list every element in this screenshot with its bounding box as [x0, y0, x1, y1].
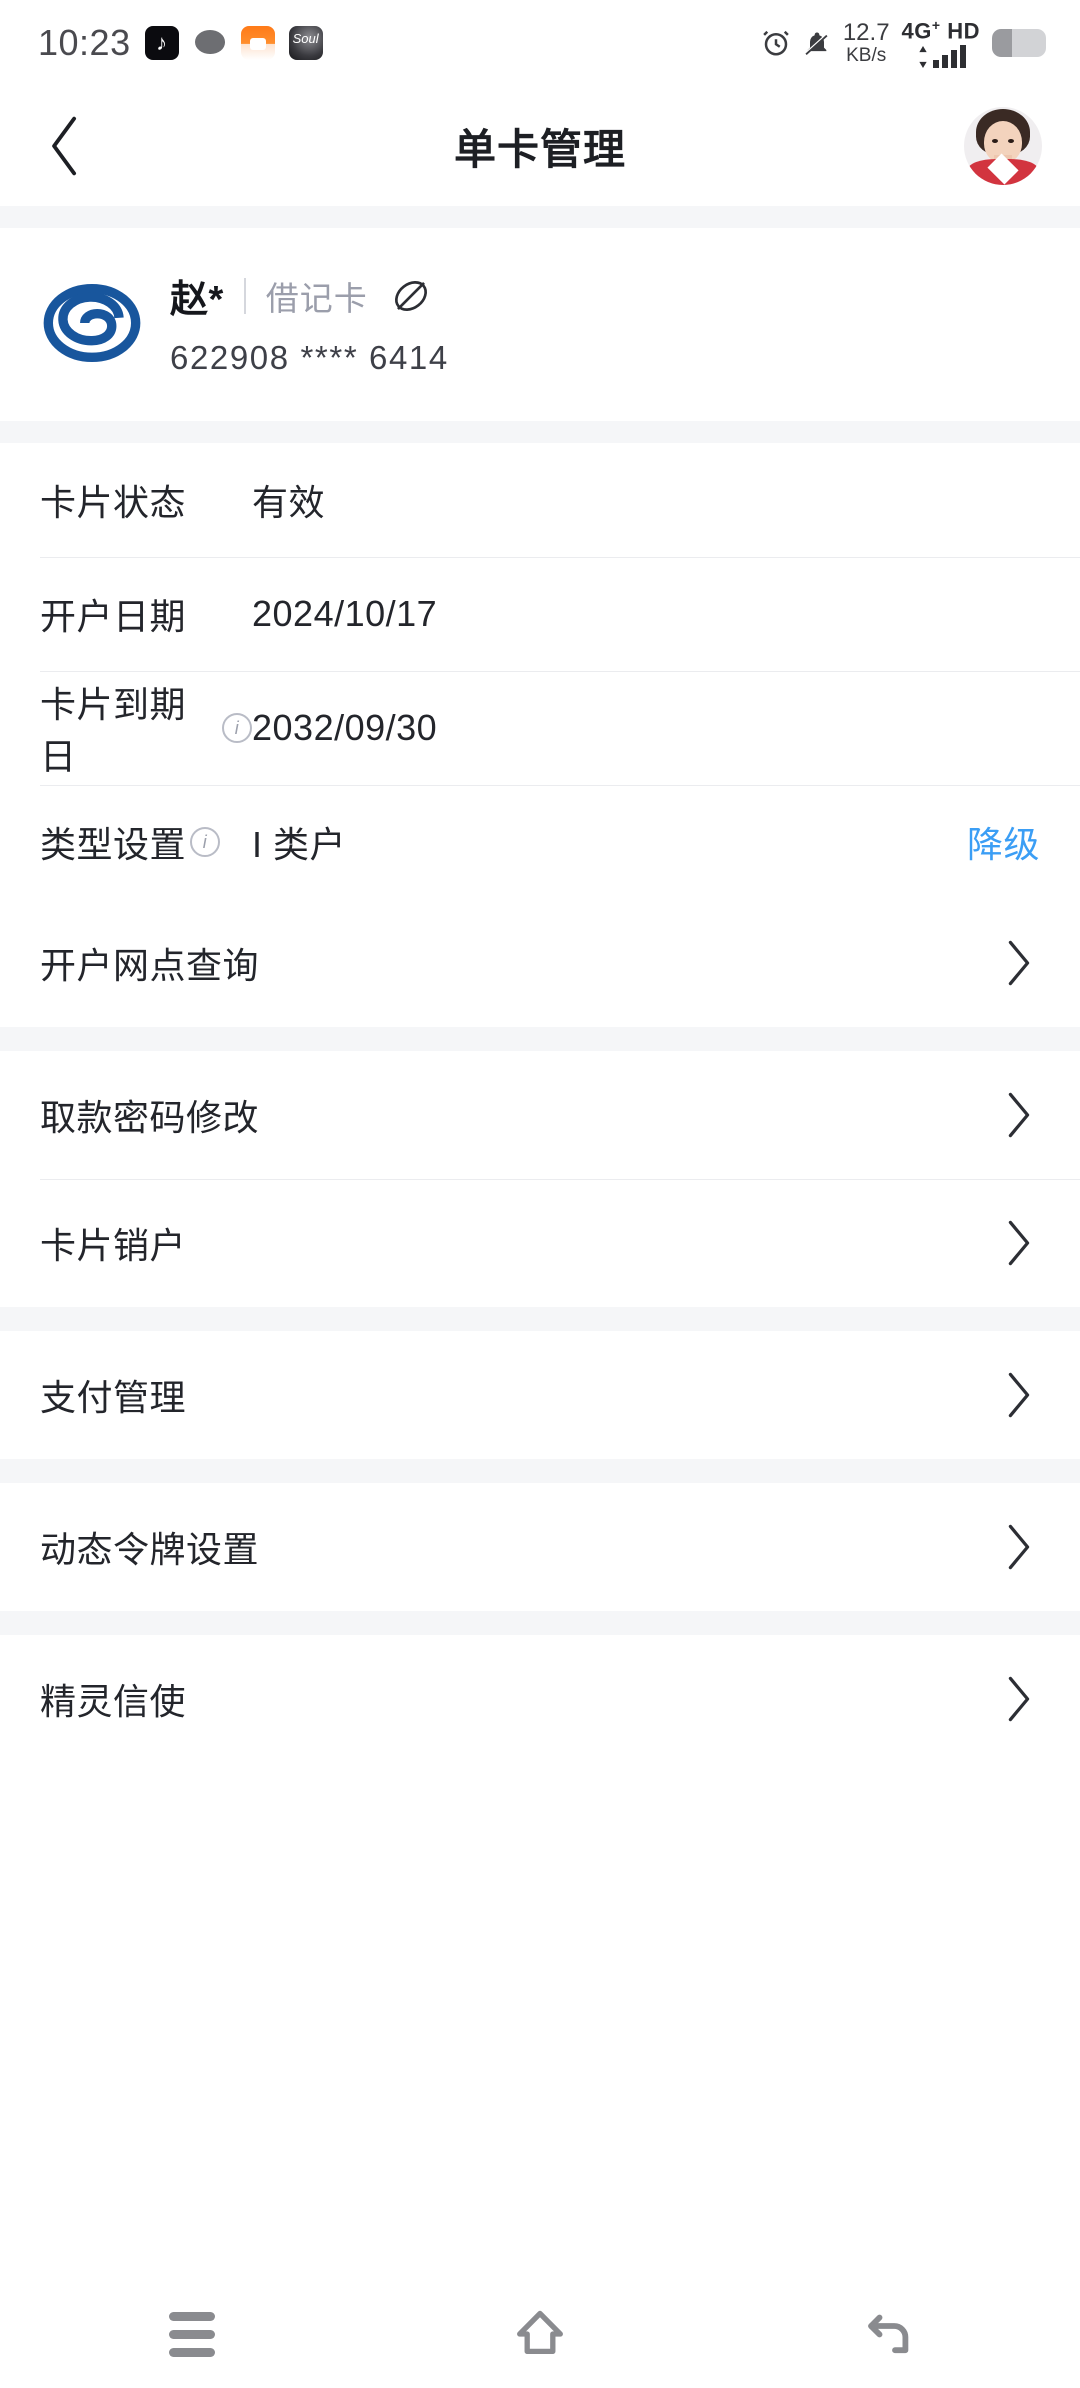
list-item-label: 取款密码修改 [40, 1097, 260, 1138]
card-details-list: 卡片状态 有效 开户日期 2024/10/17 卡片到期日 i 2032/09/… [0, 443, 1080, 1027]
divider [243, 277, 246, 314]
list-item-change-withdrawal-password[interactable]: 取款密码修改 [0, 1051, 1080, 1179]
section-divider [0, 1611, 1080, 1635]
status-bar-clock: 10:23 [38, 22, 131, 63]
list-item-sprite-messenger[interactable]: 精灵信使 [0, 1635, 1080, 1763]
chevron-right-icon [1002, 1676, 1036, 1722]
row-value: 2024/10/17 [252, 593, 438, 634]
status-bar-right: 12.7 KB/s 4G+ HD [761, 16, 1046, 69]
signal-superscript: + [931, 16, 941, 33]
row-label-text: 卡片状态 [40, 482, 187, 523]
avatar[interactable] [964, 107, 1042, 185]
bank-spiral-logo [40, 271, 144, 375]
row-label-text: 开户日期 [40, 596, 187, 637]
section-divider [0, 1027, 1080, 1051]
chevron-right-icon [1002, 1372, 1036, 1418]
row-label: 开户日期 [40, 588, 252, 640]
section-divider [0, 1307, 1080, 1331]
card-info: 赵* 借记卡 622908 **** 6414 [170, 268, 449, 377]
bell-muted-icon [803, 29, 831, 57]
network-speed-value: 12.7 [842, 19, 890, 47]
chevron-right-icon [1002, 1092, 1036, 1138]
row-value: 2032/09/30 [252, 707, 438, 748]
info-icon[interactable]: i [190, 827, 221, 857]
table-row: 开户日期 2024/10/17 [0, 557, 1080, 671]
list-item-label: 动态令牌设置 [40, 1529, 260, 1570]
network-speed-indicator: 12.7 KB/s [842, 19, 890, 66]
list-item-label: 开户网点查询 [40, 945, 260, 986]
back-arrow-icon[interactable] [840, 2294, 936, 2374]
card-summary-panel: 赵* 借记卡 622908 **** 6414 [0, 228, 1080, 421]
page-title: 单卡管理 [453, 125, 626, 173]
chevron-right-icon [1002, 1524, 1036, 1570]
list-item-label: 支付管理 [40, 1377, 187, 1418]
list-item-dynamic-token-settings[interactable]: 动态令牌设置 [0, 1483, 1080, 1611]
card-identity-row: 赵* 借记卡 [170, 268, 449, 323]
row-label: 卡片到期日 i [40, 676, 252, 780]
token-settings-list: 动态令牌设置 [0, 1483, 1080, 1611]
chevron-right-icon [1002, 940, 1036, 986]
card-owner-name: 赵* [170, 279, 224, 321]
signal-bars-icon [932, 45, 966, 69]
security-actions-list: 取款密码修改 卡片销户 [0, 1051, 1080, 1307]
list-item-label: 卡片销户 [40, 1225, 187, 1266]
soul-app-icon [288, 26, 323, 60]
row-value: I 类户 [252, 824, 347, 865]
signal-indicator: 4G+ HD [901, 16, 980, 69]
hd-label: HD [947, 18, 980, 44]
signal-label: 4G [901, 18, 932, 44]
data-transfer-icon [919, 46, 927, 69]
fox-app-icon [240, 26, 275, 60]
status-bar: 10:23 12.7 KB/s 4G+ HD [0, 0, 1080, 86]
chevron-right-icon [1002, 1220, 1036, 1266]
list-item-branch-query[interactable]: 开户网点查询 [0, 899, 1080, 1027]
card-type-label: 借记卡 [265, 279, 368, 317]
row-label: 类型设置 i [40, 816, 252, 868]
table-row: 类型设置 i I 类户 降级 [0, 785, 1080, 899]
payment-management-list: 支付管理 [0, 1331, 1080, 1459]
list-item-close-card-account[interactable]: 卡片销户 [0, 1179, 1080, 1307]
downgrade-button[interactable]: 降级 [967, 816, 1040, 868]
eye-hidden-icon[interactable] [388, 273, 434, 319]
table-row: 卡片到期日 i 2032/09/30 [0, 671, 1080, 785]
section-divider [0, 421, 1080, 443]
card-number: 622908 **** 6414 [170, 339, 449, 376]
tiktok-icon [144, 26, 179, 60]
system-navigation-bar [0, 2280, 1080, 2388]
row-value: 有效 [252, 482, 326, 523]
list-item-payment-management[interactable]: 支付管理 [0, 1331, 1080, 1459]
section-divider [0, 1459, 1080, 1483]
battery-icon [992, 28, 1046, 57]
table-row: 卡片状态 有效 [0, 443, 1080, 557]
status-bar-left: 10:23 [38, 22, 323, 64]
home-icon[interactable] [492, 2294, 588, 2374]
app-bar: 单卡管理 [0, 86, 1080, 206]
recents-menu-icon[interactable] [144, 2294, 240, 2374]
row-label: 卡片状态 [40, 474, 252, 526]
section-divider [0, 206, 1080, 228]
messenger-list: 精灵信使 [0, 1635, 1080, 1763]
row-label-text: 类型设置 [40, 824, 187, 865]
info-icon[interactable]: i [222, 713, 252, 743]
network-speed-unit: KB/s [846, 44, 887, 66]
back-chevron-icon[interactable] [30, 111, 100, 181]
chat-bubble-icon [193, 26, 227, 60]
list-item-label: 精灵信使 [40, 1681, 187, 1722]
alarm-clock-icon [761, 28, 791, 58]
row-label-text: 卡片到期日 [40, 684, 187, 777]
